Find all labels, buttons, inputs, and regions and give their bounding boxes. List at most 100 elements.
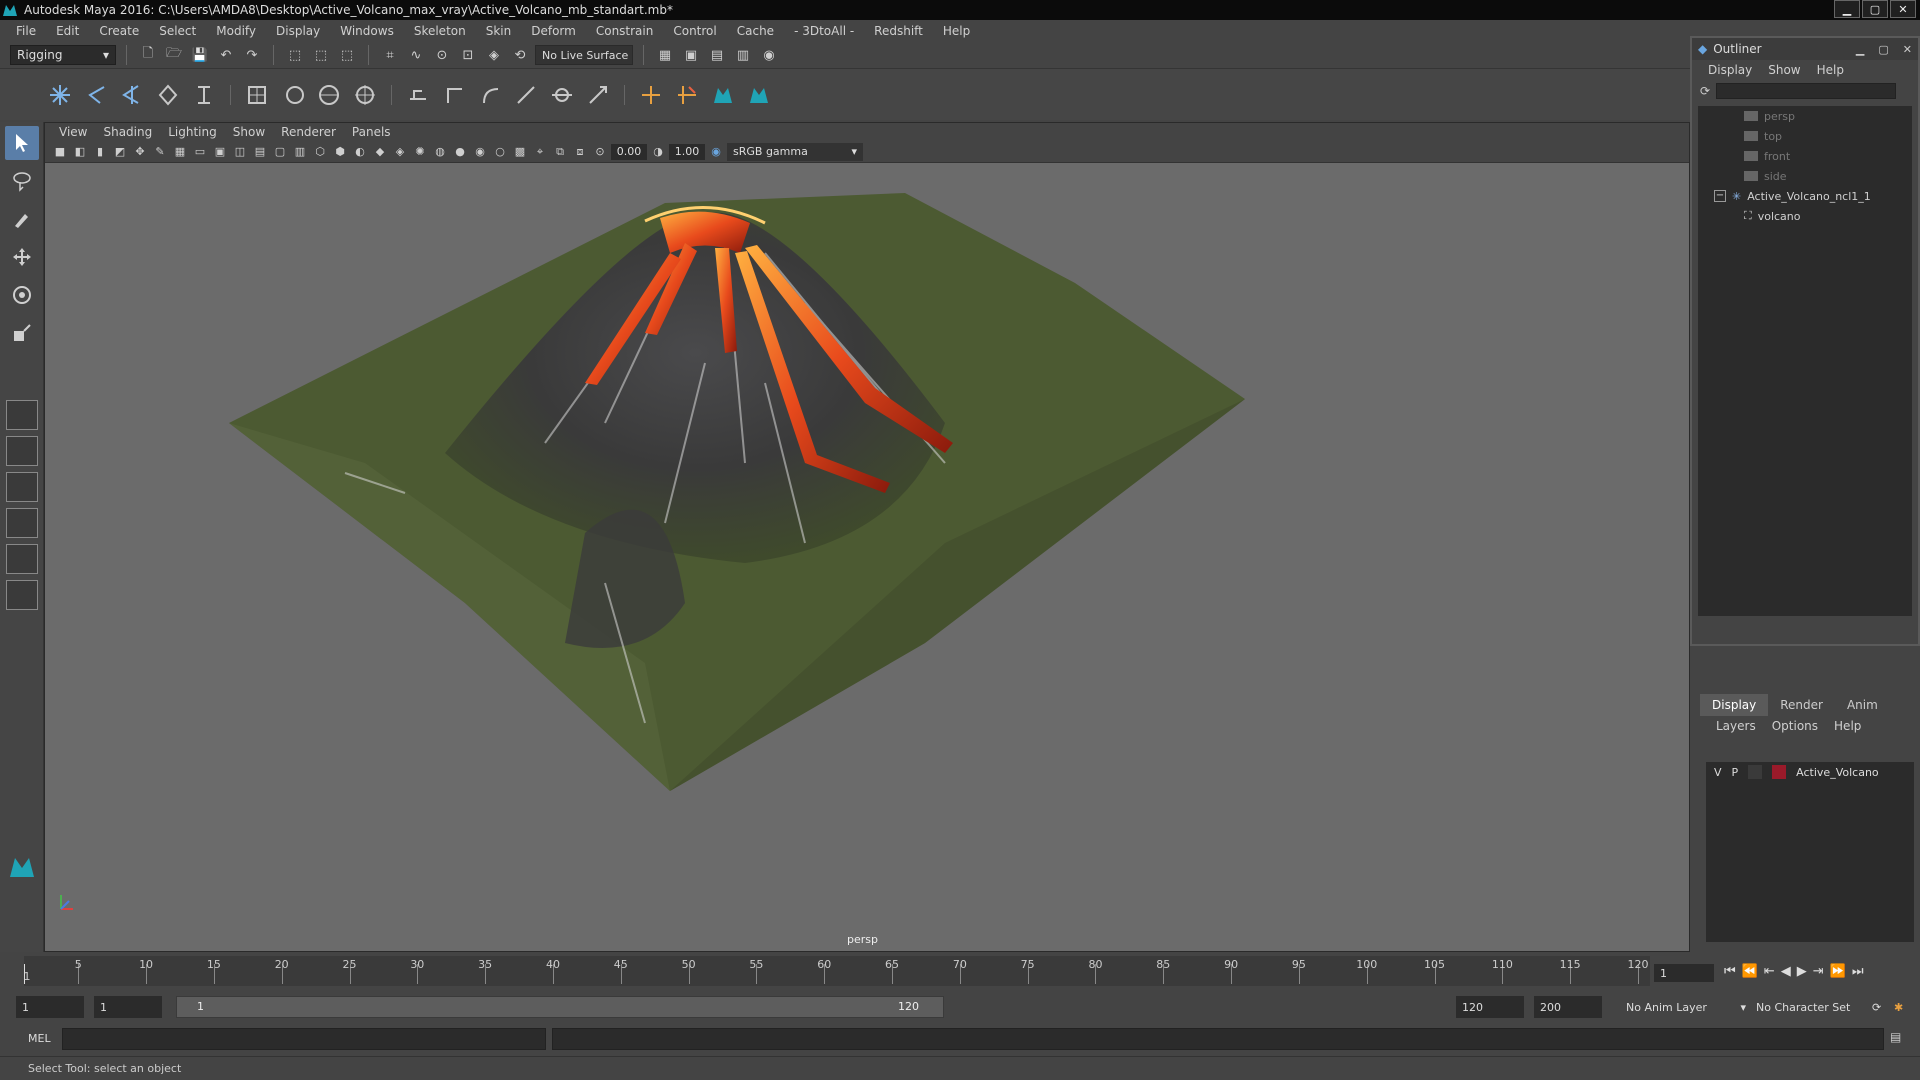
viewport-menu-shading[interactable]: Shading <box>95 125 160 139</box>
render-view-icon[interactable]: ▥ <box>732 44 754 66</box>
menu-3dtoall[interactable]: - 3DtoAll - <box>784 24 864 38</box>
animation-start-field[interactable]: 1 <box>16 996 84 1018</box>
collapse-icon[interactable]: − <box>1714 190 1726 202</box>
outliner-item-front[interactable]: front <box>1698 146 1912 166</box>
use-all-lights-icon[interactable]: ◈ <box>391 143 409 161</box>
snap-grid-icon[interactable]: ⌗ <box>379 44 401 66</box>
viewport-menu-show[interactable]: Show <box>225 125 273 139</box>
scale-constraint-icon[interactable] <box>510 79 542 111</box>
xray-joints-icon[interactable]: ⧉ <box>551 143 569 161</box>
single-perspective-layout-icon[interactable] <box>6 400 38 430</box>
new-scene-icon[interactable]: 🗋 <box>137 44 159 66</box>
screen-space-ao-icon[interactable]: ◍ <box>431 143 449 161</box>
camera-attributes-icon[interactable]: ◧ <box>71 143 89 161</box>
select-component-icon[interactable]: ⬚ <box>336 44 358 66</box>
layer-playback-toggle[interactable]: P <box>1732 766 1739 779</box>
scale-tool-icon[interactable] <box>5 316 39 350</box>
snap-curve-icon[interactable]: ∿ <box>405 44 427 66</box>
menu-cache[interactable]: Cache <box>727 24 784 38</box>
ipr-render-icon[interactable]: ▤ <box>706 44 728 66</box>
menu-skeleton[interactable]: Skeleton <box>404 24 476 38</box>
layer-menu-options[interactable]: Options <box>1764 719 1826 733</box>
set-driven-key-icon[interactable] <box>671 79 703 111</box>
go-to-end-icon[interactable]: ⏭ <box>1852 964 1864 979</box>
ik-handle-icon[interactable] <box>80 79 112 111</box>
redo-icon[interactable]: ↷ <box>241 44 263 66</box>
outliner-item-persp[interactable]: persp <box>1698 106 1912 126</box>
pole-vector-icon[interactable] <box>582 79 614 111</box>
step-forward-key-icon[interactable]: ⇥ <box>1813 964 1824 979</box>
locator-icon[interactable] <box>635 79 667 111</box>
gamma-field[interactable]: 1.00 <box>669 143 705 160</box>
menu-display[interactable]: Display <box>266 24 330 38</box>
layer-visibility-toggle[interactable]: V <box>1714 766 1722 779</box>
film-gate-icon[interactable]: ▭ <box>191 143 209 161</box>
image-plane-icon[interactable]: ◩ <box>111 143 129 161</box>
paint-weights-icon[interactable] <box>188 79 220 111</box>
orient-constraint-icon[interactable] <box>474 79 506 111</box>
viewport-menu-lighting[interactable]: Lighting <box>160 125 225 139</box>
four-view-layout-icon[interactable] <box>6 436 38 466</box>
menu-select[interactable]: Select <box>149 24 206 38</box>
step-forward-frame-icon[interactable]: ⏩ <box>1830 964 1846 979</box>
safe-action-icon[interactable]: ▢ <box>271 143 289 161</box>
hypershade-layout-icon[interactable] <box>6 544 38 574</box>
menu-control[interactable]: Control <box>663 24 726 38</box>
anim-layer-dropdown[interactable]: No Anim Layer ▾ <box>1626 996 1746 1018</box>
animation-end-field[interactable]: 200 <box>1534 996 1602 1018</box>
snap-view-icon[interactable]: ⊡ <box>457 44 479 66</box>
joint-tool-icon[interactable] <box>44 79 76 111</box>
tab-display-layers[interactable]: Display <box>1700 694 1769 716</box>
move-tool-icon[interactable] <box>5 240 39 274</box>
go-to-start-icon[interactable]: ⏮ <box>1724 964 1736 979</box>
view-transform-dropdown[interactable]: sRGB gamma ▾ <box>727 142 863 161</box>
camera-icon[interactable]: ■ <box>51 143 69 161</box>
ik-spline-icon[interactable] <box>116 79 148 111</box>
snap-live-icon[interactable]: ⟲ <box>509 44 531 66</box>
outliner-minimize-button[interactable]: ▁ <box>1856 43 1864 56</box>
point-constraint-icon[interactable] <box>402 79 434 111</box>
xray-icon[interactable]: ⌖ <box>531 143 549 161</box>
perspective-viewport[interactable]: View Shading Lighting Show Renderer Pane… <box>44 122 1690 952</box>
grid-icon[interactable]: ▦ <box>171 143 189 161</box>
menu-skin[interactable]: Skin <box>476 24 522 38</box>
multisample-icon[interactable]: ◉ <box>471 143 489 161</box>
character-controls-icon[interactable] <box>743 79 775 111</box>
xray-active-icon[interactable]: ⧈ <box>571 143 589 161</box>
textured-icon[interactable]: ◆ <box>371 143 389 161</box>
layer-row[interactable]: V P Active_Volcano <box>1706 762 1914 782</box>
cluster-icon[interactable] <box>277 79 309 111</box>
menu-file[interactable]: File <box>6 24 46 38</box>
open-scene-icon[interactable]: 🗁 <box>163 44 185 66</box>
persp-outliner-layout-icon[interactable] <box>6 472 38 502</box>
time-slider[interactable]: 1 5 10 15 20 25 30 35 40 45 50 55 60 65 70 75 80 85 90 95 1… <box>0 952 1920 992</box>
outliner-menu-show[interactable]: Show <box>1760 63 1808 77</box>
auto-key-icon[interactable]: ⟳ <box>1872 996 1881 1018</box>
layer-color-swatch[interactable] <box>1772 765 1787 779</box>
field-chart-icon[interactable]: ▤ <box>251 143 269 161</box>
snap-surface-icon[interactable]: ◈ <box>483 44 505 66</box>
menu-constrain[interactable]: Constrain <box>586 24 664 38</box>
two-d-pan-icon[interactable]: ✥ <box>131 143 149 161</box>
live-surface-field[interactable]: No Live Surface <box>535 45 633 65</box>
paint-select-tool-icon[interactable] <box>5 202 39 236</box>
color-management-icon[interactable]: ◉ <box>707 143 725 161</box>
wireframe-on-shaded-icon[interactable]: ◐ <box>351 143 369 161</box>
parent-constraint-icon[interactable] <box>546 79 578 111</box>
exposure-field[interactable]: 0.00 <box>611 143 647 160</box>
layer-menu-layers[interactable]: Layers <box>1708 719 1764 733</box>
select-object-icon[interactable]: ⬚ <box>310 44 332 66</box>
viewport-menu-panels[interactable]: Panels <box>344 125 399 139</box>
undo-icon[interactable]: ↶ <box>215 44 237 66</box>
menu-set-dropdown[interactable]: Rigging ▾ <box>10 45 116 65</box>
persp-graph-layout-icon[interactable] <box>6 508 38 538</box>
script-language-toggle[interactable]: MEL <box>28 1032 51 1045</box>
human-ik-icon[interactable] <box>707 79 739 111</box>
close-button[interactable]: ✕ <box>1890 0 1916 18</box>
current-frame-field[interactable]: 1 <box>1654 964 1714 982</box>
maximize-button[interactable]: ▢ <box>1862 0 1888 18</box>
outliner-tree[interactable]: persp top front side − ✳ Active_Volcano_… <box>1698 106 1912 616</box>
persp-uv-layout-icon[interactable] <box>6 580 38 610</box>
menu-edit[interactable]: Edit <box>46 24 89 38</box>
select-tool-icon[interactable] <box>5 126 39 160</box>
